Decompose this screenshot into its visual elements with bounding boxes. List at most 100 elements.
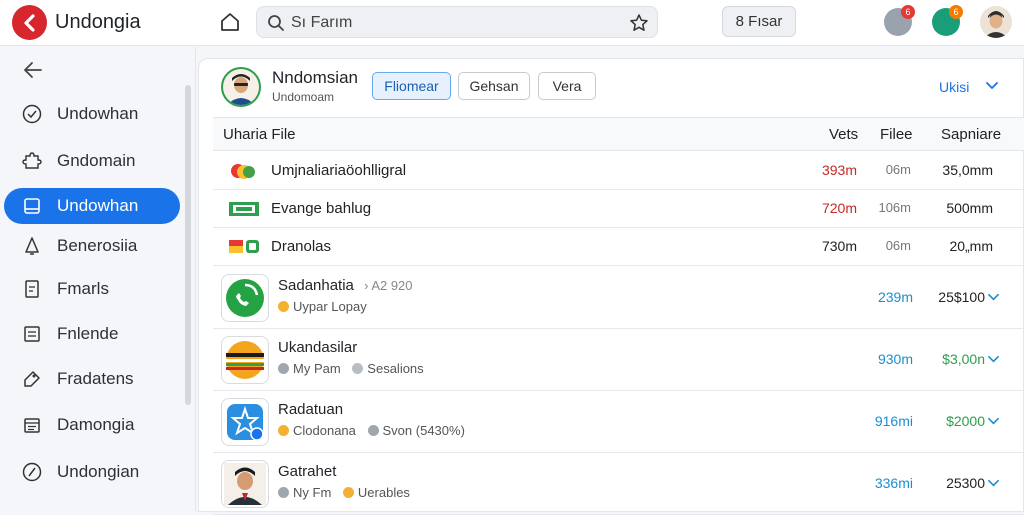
sidebar-item-label: Benerosiia: [57, 236, 138, 255]
row-value-sapniare: 35,0mm: [942, 162, 993, 178]
item-value: 930m: [877, 351, 913, 367]
chevron-down-icon[interactable]: [987, 477, 1000, 490]
app-tile: [221, 274, 269, 322]
notification-badge: 6: [901, 5, 915, 19]
sidebar-item-8[interactable]: Damongia: [4, 407, 180, 443]
row-value-sapniare: 500mm: [946, 200, 993, 216]
status-dot: [278, 425, 289, 436]
app-name: Undongia: [55, 11, 141, 33]
page-subtitle: Undomoam: [272, 90, 335, 104]
page-title: Nndomsian: [272, 68, 358, 87]
item-subtitle: Ny Fm Uerables: [278, 485, 410, 500]
table-row[interactable]: Dranolas 730m 06m 20„mm: [213, 228, 1024, 266]
top-action-button[interactable]: 8 Fısar: [722, 6, 796, 37]
row-name: Umjnaliariaöohlligral: [271, 162, 407, 179]
sidebar-item-1[interactable]: Undowhan: [4, 96, 180, 132]
star-icon[interactable]: [629, 13, 649, 33]
list-item[interactable]: Radatuan Clodonana Svon (5430%) 916mi $2…: [213, 391, 1024, 453]
chevron-down-icon[interactable]: [987, 353, 1000, 366]
list-item[interactable]: Sadanhatia › A2 920 Uypar Lopay 239m 25$…: [213, 267, 1024, 329]
status-dot: [352, 363, 364, 374]
sidebar-item-5[interactable]: Fmarls: [4, 271, 180, 307]
profile-image: [223, 69, 259, 105]
item-amount: $3,00n: [942, 351, 985, 367]
item-amount: 25$100: [938, 289, 985, 305]
table-row[interactable]: Evange bahlug 720m 106m 500mm: [213, 190, 1024, 228]
filter-chip-3[interactable]: Vera: [538, 72, 596, 100]
list-icon: [24, 326, 40, 342]
item-subtitle: Clodonana Svon (5430%): [278, 423, 465, 438]
app-logo[interactable]: [12, 5, 47, 40]
app-tile: [221, 398, 269, 446]
sidebar-item-label: Undowhan: [57, 104, 139, 123]
column-header-sapniare[interactable]: Sapniare: [941, 126, 1001, 143]
sidebar-item-2[interactable]: Gndomain: [4, 143, 180, 179]
item-title: Ukandasilar: [278, 339, 358, 356]
sidebar-item-7[interactable]: Fradatens: [4, 361, 180, 397]
sidebar-item-9[interactable]: Undongian: [4, 454, 180, 490]
top-bar: Undongia 8 Fısar 6 6: [0, 0, 1024, 46]
puzzle-icon: [22, 152, 42, 169]
filter-chip-2[interactable]: Gehsan: [458, 72, 530, 100]
chevron-down-icon[interactable]: [987, 415, 1000, 428]
table-row[interactable]: Umjnaliariaöohlligral 393m 06m 35,0mm: [213, 152, 1024, 190]
apps-icon[interactable]: 6: [932, 5, 963, 36]
brand-icon: [226, 341, 264, 379]
item-title: Sadanhatia › A2 920: [278, 277, 413, 294]
item-value: 239m: [877, 289, 913, 305]
sidebar-item-label: Fnlende: [57, 324, 119, 343]
person-avatar-icon: [224, 463, 266, 505]
sidebar-item-label: Undowhan: [57, 196, 139, 215]
sidebar-item-label: Gndomain: [57, 151, 136, 170]
sidebar-item-6[interactable]: Fnlende: [4, 316, 180, 352]
app-tile: [221, 336, 269, 384]
avatar-image: [980, 6, 1012, 38]
tag-icon: [24, 371, 40, 387]
item-title: Gatrahet: [278, 463, 337, 480]
row-value-vets: 730m: [821, 238, 857, 254]
search-bar[interactable]: [256, 6, 658, 38]
sidebar-item-3-active[interactable]: Undowhan: [4, 188, 180, 224]
status-dot: [367, 425, 379, 436]
item-amount: $2000: [946, 413, 985, 429]
row-value-filee: 06m: [885, 162, 911, 177]
item-value: 336mi: [874, 475, 913, 491]
item-subtitle: My Pam Sesalions: [278, 361, 424, 376]
user-avatar[interactable]: [980, 6, 1012, 38]
list-item[interactable]: Ukandasilar My Pam Sesalions 930m $3,00n: [213, 329, 1024, 391]
table-header: Uharia File Vets Filee Sapniare: [213, 117, 1024, 151]
row-value-vets: 720m: [821, 200, 857, 216]
header-link[interactable]: Ukisi: [939, 79, 969, 95]
search-input[interactable]: [291, 12, 611, 34]
sidebar-item-label: Fmarls: [57, 279, 109, 298]
sidebar-item-4[interactable]: Benerosiia: [4, 228, 180, 264]
sidebar-scrollbar[interactable]: [185, 85, 191, 405]
app-tile: [221, 460, 269, 508]
column-header-filee[interactable]: Filee: [880, 126, 913, 143]
home-button[interactable]: [216, 8, 244, 36]
notifications-icon[interactable]: 6: [884, 5, 915, 36]
item-value: 916mi: [874, 413, 913, 429]
item-title: Radatuan: [278, 401, 344, 418]
row-name: Evange bahlug: [271, 200, 372, 217]
main-panel: Nndomsian Undomoam Fliomear Gehsan Vera …: [198, 58, 1024, 515]
folder-icon: [24, 198, 40, 214]
chevron-down-icon[interactable]: [985, 79, 999, 93]
compass-icon: [22, 462, 42, 482]
sidebar-item-label: Undongian: [57, 462, 140, 481]
list-item[interactable]: Gatrahet Ny Fm Uerables 336mi 25300: [213, 453, 1024, 515]
column-header-vets[interactable]: Vets: [829, 126, 858, 143]
chevron-down-icon[interactable]: [987, 291, 1000, 304]
logo-icon: [23, 13, 35, 32]
row-name: Dranolas: [271, 238, 332, 255]
star-app-icon: [227, 404, 264, 441]
check-circle-icon: [22, 104, 42, 124]
back-arrow-icon[interactable]: [22, 60, 44, 80]
filter-chip-1[interactable]: Fliomear: [372, 72, 451, 100]
status-dot: [278, 487, 289, 498]
bell-icon: [25, 237, 39, 255]
status-dot: [278, 363, 289, 374]
sidebar-item-label: Fradatens: [57, 369, 134, 388]
column-header-file[interactable]: Uharia File: [223, 126, 296, 143]
profile-avatar[interactable]: [221, 67, 261, 107]
